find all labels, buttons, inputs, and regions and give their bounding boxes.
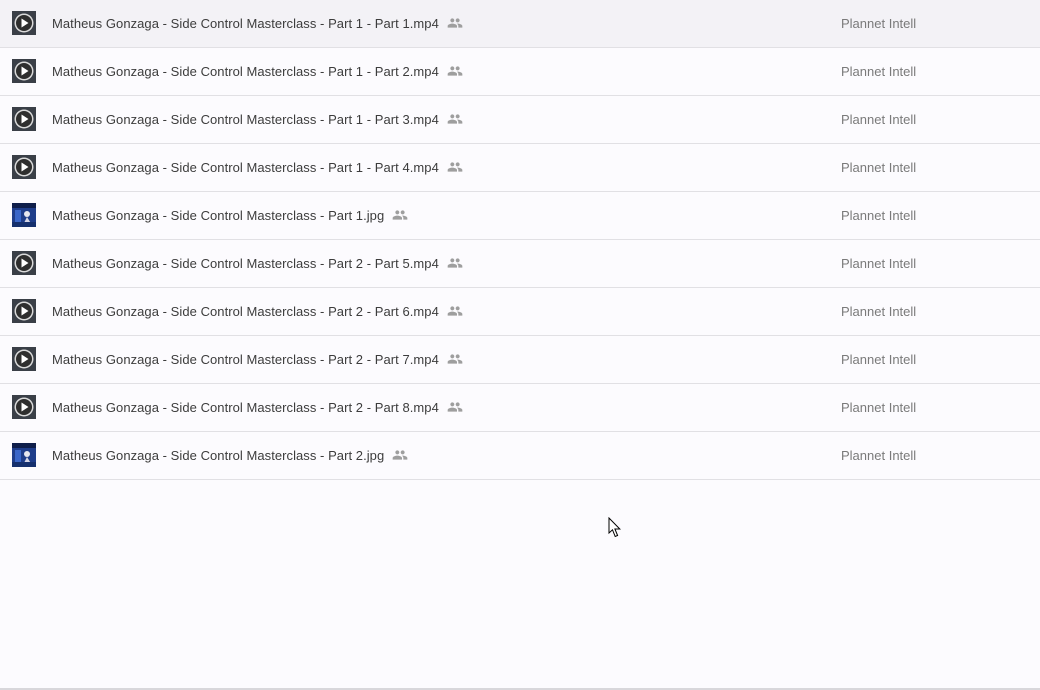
image-thumbnail-icon — [12, 203, 36, 227]
people-icon — [447, 255, 463, 271]
video-play-icon — [12, 59, 36, 83]
owner-name: Plannet Intell — [841, 208, 917, 223]
people-icon — [447, 159, 463, 175]
owner-name: Plannet Intell — [841, 112, 917, 127]
video-play-icon — [12, 11, 36, 35]
people-icon — [447, 63, 463, 79]
file-row[interactable]: Matheus Gonzaga - Side Control Mastercla… — [0, 0, 1040, 48]
file-name[interactable]: Matheus Gonzaga - Side Control Mastercla… — [52, 256, 439, 271]
owner-name: Plannet Intell — [841, 448, 917, 463]
people-icon — [392, 447, 408, 463]
file-row[interactable]: Matheus Gonzaga - Side Control Mastercla… — [0, 288, 1040, 336]
file-name[interactable]: Matheus Gonzaga - Side Control Mastercla… — [52, 400, 439, 415]
people-icon — [447, 15, 463, 31]
file-row[interactable]: Matheus Gonzaga - Side Control Mastercla… — [0, 96, 1040, 144]
owner-name: Plannet Intell — [841, 16, 917, 31]
owner-name: Plannet Intell — [841, 256, 917, 271]
file-name[interactable]: Matheus Gonzaga - Side Control Mastercla… — [52, 160, 439, 175]
owner-name: Plannet Intell — [841, 64, 917, 79]
owner-name: Plannet Intell — [841, 352, 917, 367]
file-row[interactable]: Matheus Gonzaga - Side Control Mastercla… — [0, 48, 1040, 96]
file-name[interactable]: Matheus Gonzaga - Side Control Mastercla… — [52, 208, 384, 223]
video-play-icon — [12, 347, 36, 371]
video-play-icon — [12, 395, 36, 419]
file-name[interactable]: Matheus Gonzaga - Side Control Mastercla… — [52, 352, 439, 367]
people-icon — [447, 351, 463, 367]
people-icon — [447, 303, 463, 319]
file-name[interactable]: Matheus Gonzaga - Side Control Mastercla… — [52, 304, 439, 319]
image-thumbnail-icon — [12, 443, 36, 467]
video-play-icon — [12, 251, 36, 275]
video-play-icon — [12, 299, 36, 323]
file-row[interactable]: Matheus Gonzaga - Side Control Mastercla… — [0, 432, 1040, 480]
file-name[interactable]: Matheus Gonzaga - Side Control Mastercla… — [52, 64, 439, 79]
video-play-icon — [12, 155, 36, 179]
file-row[interactable]: Matheus Gonzaga - Side Control Mastercla… — [0, 240, 1040, 288]
file-row[interactable]: Matheus Gonzaga - Side Control Mastercla… — [0, 192, 1040, 240]
mouse-pointer-icon — [608, 516, 622, 539]
owner-name: Plannet Intell — [841, 304, 917, 319]
people-icon — [447, 399, 463, 415]
people-icon — [447, 111, 463, 127]
owner-name: Plannet Intell — [841, 160, 917, 175]
file-row[interactable]: Matheus Gonzaga - Side Control Mastercla… — [0, 144, 1040, 192]
video-play-icon — [12, 107, 36, 131]
people-icon — [392, 207, 408, 223]
owner-name: Plannet Intell — [841, 400, 917, 415]
file-row[interactable]: Matheus Gonzaga - Side Control Mastercla… — [0, 336, 1040, 384]
file-list: Matheus Gonzaga - Side Control Mastercla… — [0, 0, 1040, 480]
file-row[interactable]: Matheus Gonzaga - Side Control Mastercla… — [0, 384, 1040, 432]
file-name[interactable]: Matheus Gonzaga - Side Control Mastercla… — [52, 16, 439, 31]
file-name[interactable]: Matheus Gonzaga - Side Control Mastercla… — [52, 448, 384, 463]
file-name[interactable]: Matheus Gonzaga - Side Control Mastercla… — [52, 112, 439, 127]
